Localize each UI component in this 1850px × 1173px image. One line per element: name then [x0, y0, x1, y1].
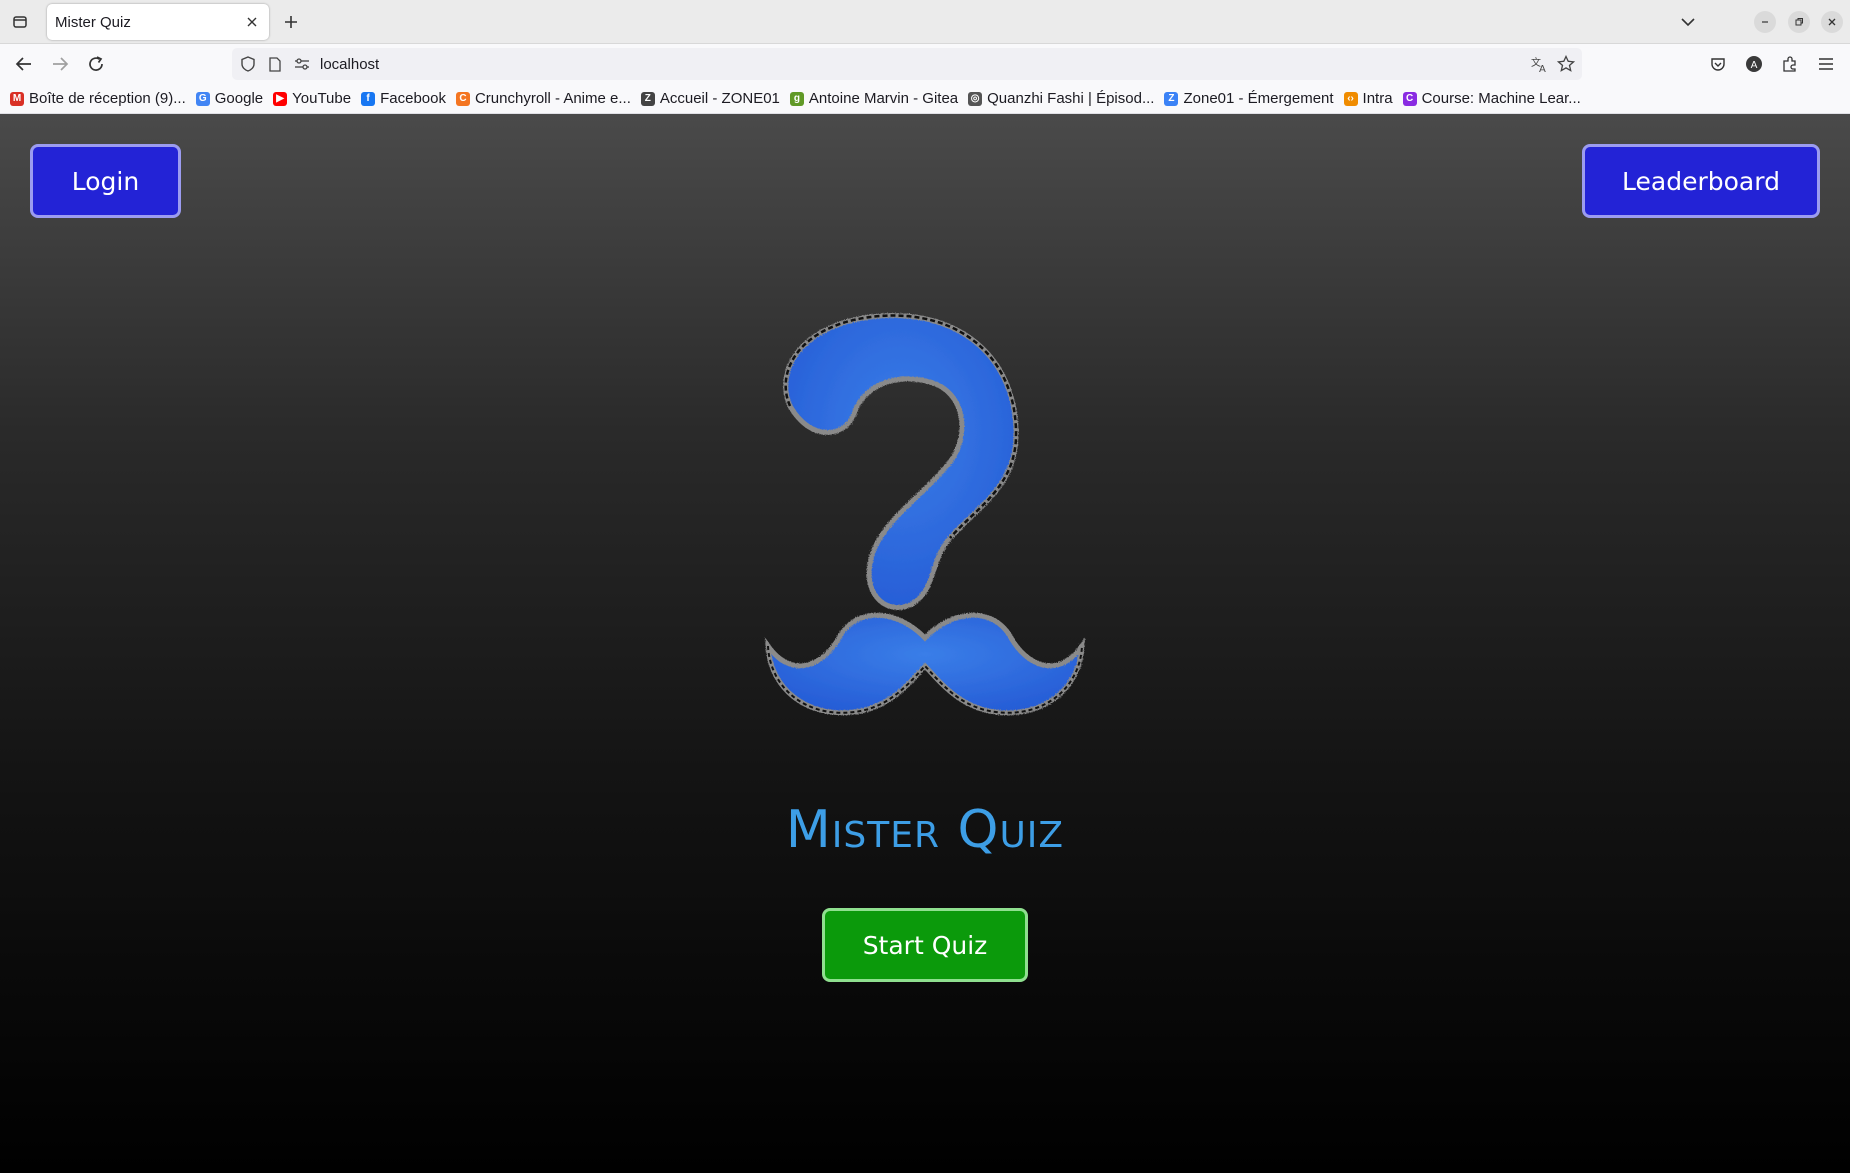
page-icon[interactable]	[265, 54, 285, 74]
restore-icon[interactable]	[1788, 11, 1810, 33]
shield-icon[interactable]	[238, 54, 258, 74]
navigation-toolbar: localhost 文A A	[0, 44, 1850, 84]
bookmark-label: Boîte de réception (9)...	[29, 90, 186, 107]
tab-title: Mister Quiz	[55, 14, 131, 31]
reload-icon[interactable]	[84, 52, 108, 76]
bookmark-item[interactable]: Z Zone01 - Émergement	[1164, 90, 1334, 107]
bookmark-item[interactable]: G Google	[195, 90, 264, 107]
back-arrow-icon[interactable]	[12, 52, 36, 76]
login-button[interactable]: Login	[30, 144, 181, 218]
address-bar[interactable]: localhost 文A	[232, 48, 1582, 80]
bookmark-star-icon[interactable]	[1556, 54, 1576, 74]
bookmark-item[interactable]: M Boîte de réception (9)...	[10, 90, 186, 107]
url-text[interactable]: localhost	[320, 56, 379, 73]
app-title: Mister Quiz	[785, 800, 1065, 860]
leaderboard-button[interactable]: Leaderboard	[1582, 144, 1820, 218]
new-tab-icon[interactable]	[279, 10, 303, 34]
forward-arrow-icon[interactable]	[48, 52, 72, 76]
bookmark-label: Intra	[1362, 90, 1393, 107]
bookmark-item[interactable]: ▶ YouTube	[273, 90, 351, 107]
bookmark-label: Antoine Marvin - Gitea	[808, 90, 959, 107]
code-icon: ‹›	[1343, 91, 1358, 106]
bookmark-label: Course: Machine Lear...	[1421, 90, 1581, 107]
menu-hamburger-icon[interactable]	[1814, 52, 1838, 76]
bookmark-label: YouTube	[292, 90, 352, 107]
minimize-icon[interactable]	[1754, 11, 1776, 33]
start-quiz-button[interactable]: Start Quiz	[822, 908, 1028, 982]
bookmarks-toolbar: M Boîte de réception (9)... G Google ▶ YouTub…	[0, 84, 1850, 114]
course-icon: C	[1402, 91, 1417, 106]
page-content: Login Leaderboard Mister Quiz Start Quiz	[0, 114, 1850, 1173]
youtube-icon: ▶	[273, 91, 288, 106]
zone01-icon: Z	[640, 91, 655, 106]
bookmark-item[interactable]: C Course: Machine Lear...	[1402, 90, 1581, 107]
translate-icon[interactable]: 文A	[1529, 54, 1549, 74]
google-icon: G	[195, 91, 210, 106]
account-avatar-icon[interactable]: A	[1742, 52, 1766, 76]
facebook-icon: f	[361, 91, 376, 106]
svg-text:A: A	[1539, 64, 1546, 73]
chevron-down-icon[interactable]	[1676, 10, 1700, 34]
bookmark-label: Google	[214, 90, 264, 107]
zone01-emargement-icon: Z	[1164, 91, 1179, 106]
bookmark-item[interactable]: f Facebook	[361, 90, 446, 107]
globe-icon: ◎	[968, 91, 983, 106]
browser-tab-strip: Mister Quiz	[0, 0, 1850, 44]
permissions-icon[interactable]	[292, 54, 312, 74]
bookmark-item[interactable]: ◎ Quanzhi Fashi | Épisod...	[968, 90, 1154, 107]
bookmark-label: Zone01 - Émergement	[1183, 90, 1334, 107]
close-tab-icon[interactable]	[243, 13, 261, 31]
tab-mister-quiz[interactable]: Mister Quiz	[47, 4, 269, 40]
bookmark-item[interactable]: g Antoine Marvin - Gitea	[789, 90, 959, 107]
extensions-icon[interactable]	[1778, 52, 1802, 76]
question-mark-mustache-logo-icon	[765, 313, 1085, 716]
bookmark-item[interactable]: C Crunchyroll - Anime e...	[455, 90, 631, 107]
bookmark-label: Accueil - ZONE01	[659, 90, 780, 107]
tab-overview-icon[interactable]	[8, 10, 32, 34]
svg-text:A: A	[1751, 60, 1758, 71]
bookmark-label: Facebook	[380, 90, 446, 107]
crunchyroll-icon: C	[455, 91, 470, 106]
bookmark-label: Quanzhi Fashi | Épisod...	[987, 90, 1155, 107]
bookmark-label: Crunchyroll - Anime e...	[474, 90, 631, 107]
bookmark-item[interactable]: ‹› Intra	[1343, 90, 1393, 107]
bookmark-item[interactable]: Z Accueil - ZONE01	[640, 90, 780, 107]
gmail-icon: M	[10, 91, 24, 106]
pocket-icon[interactable]	[1706, 52, 1730, 76]
gitea-icon: g	[789, 91, 804, 106]
close-window-icon[interactable]	[1821, 11, 1843, 33]
